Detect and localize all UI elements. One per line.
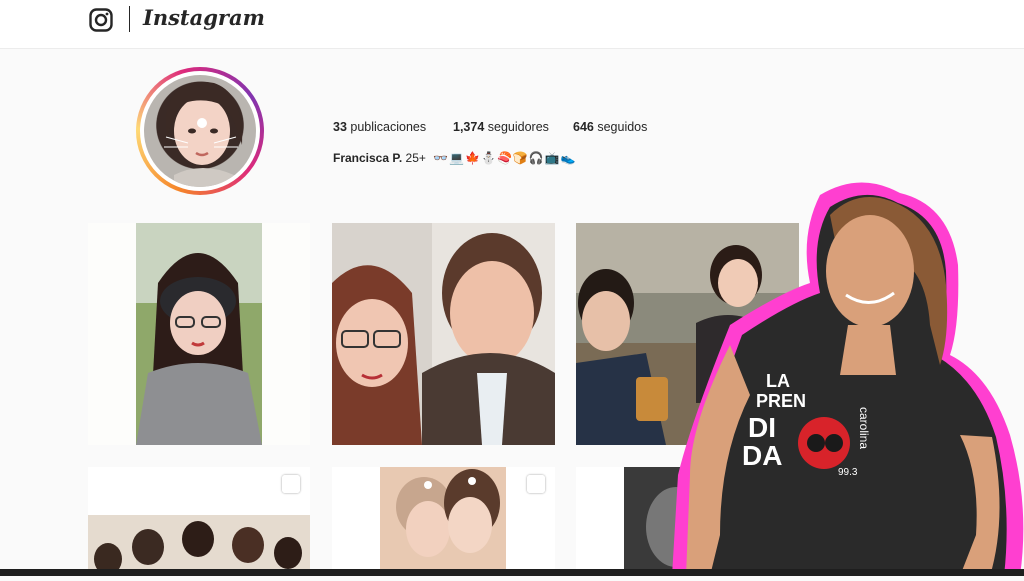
following-stat[interactable]: 646 seguidos — [573, 120, 647, 134]
bio-emojis: 👓💻🍁⛄🍣🍞🎧📺👟 — [433, 151, 577, 165]
promo-person-illustration: LA PREN DI DA carolina 99.3 — [672, 182, 1024, 576]
following-label: seguidos — [597, 120, 648, 134]
multiple-photos-icon — [282, 475, 300, 493]
shirt-brand-line4: DA — [742, 440, 782, 471]
followers-stat[interactable]: 1,374 seguidores — [453, 120, 549, 134]
posts-count: 33 — [333, 120, 347, 134]
post-2-photo — [332, 223, 555, 445]
promo-cutout-overlay: LA PREN DI DA carolina 99.3 — [660, 175, 1024, 576]
followers-count: 1,374 — [453, 120, 485, 134]
shirt-brand-line3: DI — [748, 412, 776, 443]
post-thumbnail-1[interactable] — [88, 223, 310, 445]
bio-text: 25+ — [405, 151, 426, 165]
nav-divider — [129, 6, 130, 32]
profile-avatar-ring[interactable] — [136, 67, 264, 195]
following-count: 646 — [573, 120, 594, 134]
post-5-photo — [380, 467, 506, 576]
taskbar-strip — [0, 569, 1024, 576]
post-thumbnail-4[interactable] — [88, 467, 310, 576]
top-nav-bar: Instagram — [0, 0, 1024, 49]
avatar-face-illustration — [164, 81, 243, 187]
shirt-station-name: carolina — [857, 407, 871, 449]
shirt-brand-line1: LA — [766, 371, 790, 391]
instagram-camera-icon[interactable] — [89, 8, 113, 32]
avatar — [144, 75, 256, 187]
followers-label: seguidores — [487, 120, 549, 134]
shirt-frequency: 99.3 — [838, 467, 858, 478]
profile-bio: Francisca P. 25+ 👓💻🍁⛄🍣🍞🎧📺👟 — [333, 151, 577, 165]
multiple-photos-icon — [527, 475, 545, 493]
instagram-wordmark-link[interactable]: Instagram — [143, 5, 265, 30]
profile-full-name: Francisca P. — [333, 151, 403, 165]
posts-stat: 33 publicaciones — [333, 120, 426, 134]
shirt-brand-line2: PREN — [756, 391, 806, 411]
post-thumbnail-5[interactable] — [332, 467, 555, 576]
post-thumbnail-2[interactable] — [332, 223, 555, 445]
avatar-frame — [140, 71, 260, 191]
post-1-photo — [136, 223, 262, 445]
post-4-photo — [88, 515, 310, 576]
posts-label: publicaciones — [350, 120, 427, 134]
